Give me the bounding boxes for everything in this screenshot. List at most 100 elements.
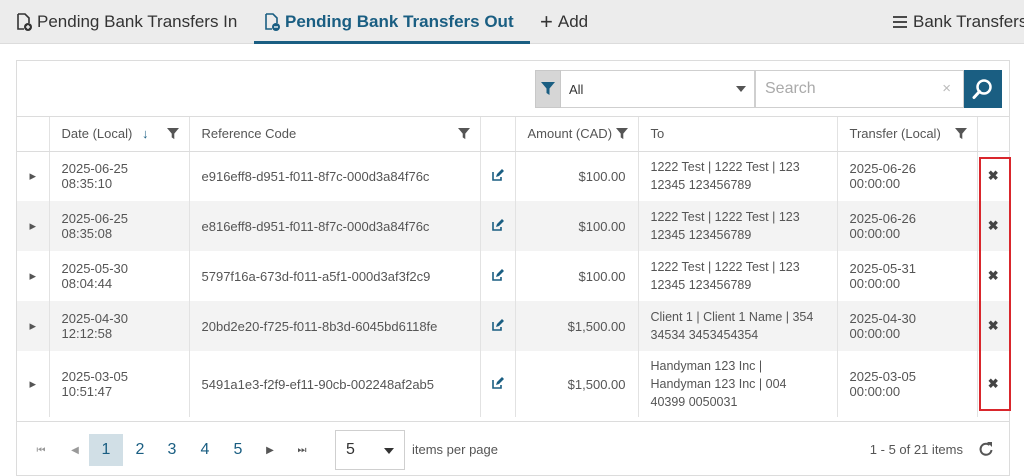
- pagination: ⏮ ◀ 1 2 3 4 5 ▶ ⏭ 5 items per page 1 - 5…: [17, 421, 1009, 475]
- document-remove-icon: [265, 13, 280, 31]
- next-page-button[interactable]: ▶: [260, 434, 280, 466]
- cell-to: Handyman 123 Inc | Handyman 123 Inc | 00…: [638, 351, 838, 417]
- plus-icon: +: [540, 9, 553, 34]
- search-placeholder: Search: [765, 80, 816, 97]
- cell-amount: $100.00: [515, 201, 639, 251]
- edit-icon[interactable]: [480, 301, 516, 351]
- expand-row-icon[interactable]: ▸: [17, 151, 50, 201]
- tab-bar: Pending Bank Transfers In Pending Bank T…: [0, 0, 1024, 44]
- tab-pending-in-label: Pending Bank Transfers In: [37, 12, 238, 31]
- transfers-table: Date (Local) ↓ Reference Code Amount (CA…: [17, 117, 1009, 417]
- cell-transfer: 2025-06-26 00:00:00: [837, 151, 978, 201]
- column-filter-icon[interactable]: [166, 128, 179, 140]
- column-header-reference[interactable]: Reference Code: [189, 117, 481, 152]
- column-filter-icon[interactable]: [457, 128, 470, 140]
- active-tab-indicator: [254, 41, 530, 44]
- edit-icon[interactable]: [480, 151, 516, 201]
- page-button-3[interactable]: 3: [157, 434, 187, 466]
- expand-column-header: [17, 117, 50, 152]
- chevron-down-icon: [384, 448, 394, 454]
- cell-to: Client 1 | Client 1 Name | 354 34534 345…: [638, 301, 838, 351]
- filter-button[interactable]: [535, 70, 561, 108]
- cell-to: 1222 Test | 1222 Test | 123 12345 123456…: [638, 151, 838, 201]
- search-button[interactable]: [964, 70, 1002, 108]
- page-size-dropdown[interactable]: 5: [335, 430, 405, 470]
- add-label: Add: [557, 12, 589, 31]
- clear-icon[interactable]: ×: [942, 80, 951, 97]
- add-button[interactable]: + Add: [540, 0, 588, 44]
- cell-date: 2025-04-30 12:12:58: [49, 301, 190, 351]
- column-label: Amount (CAD): [527, 126, 613, 142]
- filter-value: All: [569, 81, 584, 97]
- bank-transfers-menu[interactable]: Bank Transfers: [893, 0, 1024, 44]
- item-range-label: 1 - 5 of 21 items: [869, 442, 963, 457]
- refresh-icon[interactable]: [977, 440, 995, 458]
- search-input[interactable]: Search ×: [755, 70, 964, 108]
- table-row[interactable]: ▸ 2025-04-30 12:12:58 20bd2e20-f725-f011…: [17, 301, 1009, 351]
- filter-icon: [541, 82, 555, 95]
- grid-toolbar: All Search ×: [17, 61, 1009, 117]
- expand-row-icon[interactable]: ▸: [17, 351, 50, 417]
- cell-amount: $100.00: [515, 151, 639, 201]
- items-per-page-label: items per page: [412, 442, 498, 457]
- expand-row-icon[interactable]: ▸: [17, 251, 50, 301]
- page-button-2[interactable]: 2: [125, 434, 155, 466]
- tab-pending-out-label: Pending Bank Transfers Out: [285, 12, 514, 31]
- column-label: Date (Local): [61, 126, 133, 142]
- cell-transfer: 2025-06-26 00:00:00: [837, 201, 978, 251]
- first-page-button[interactable]: ⏮: [31, 434, 51, 466]
- hamburger-menu-icon: [893, 16, 907, 28]
- header-row: Date (Local) ↓ Reference Code Amount (CA…: [17, 117, 1009, 152]
- cell-reference: e816eff8-d951-f011-8f7c-000d3a84f76c: [189, 201, 481, 251]
- bank-transfers-label: Bank Transfers: [913, 12, 1024, 31]
- page-button-4[interactable]: 4: [190, 434, 220, 466]
- delete-column-header: [977, 117, 1009, 152]
- column-label: To: [650, 126, 665, 142]
- column-header-date[interactable]: Date (Local) ↓: [49, 117, 190, 152]
- last-page-button[interactable]: ⏭: [292, 434, 312, 466]
- column-filter-icon[interactable]: [615, 128, 628, 140]
- expand-row-icon[interactable]: ▸: [17, 301, 50, 351]
- delete-column-highlight: [979, 157, 1011, 411]
- cell-to: 1222 Test | 1222 Test | 123 12345 123456…: [638, 251, 838, 301]
- cell-reference: 5797f16a-673d-f011-a5f1-000d3af3f2c9: [189, 251, 481, 301]
- tab-pending-in[interactable]: Pending Bank Transfers In: [14, 0, 237, 44]
- filter-dropdown[interactable]: All: [561, 70, 755, 108]
- column-filter-icon[interactable]: [954, 128, 967, 140]
- column-label: Reference Code: [201, 126, 297, 142]
- column-label: Transfer (Local): [849, 126, 941, 142]
- chevron-down-icon: [736, 86, 746, 92]
- page-size-value: 5: [346, 441, 355, 458]
- cell-reference: 5491a1e3-f2f9-ef11-90cb-002248af2ab5: [189, 351, 481, 417]
- edit-icon[interactable]: [480, 251, 516, 301]
- transfers-grid: All Search × Date (Local) ↓ Reference Co…: [16, 60, 1011, 476]
- cell-transfer: 2025-04-30 00:00:00: [837, 301, 978, 351]
- edit-icon[interactable]: [480, 351, 516, 417]
- cell-reference: e916eff8-d951-f011-8f7c-000d3a84f76c: [189, 151, 481, 201]
- page-button-5[interactable]: 5: [223, 434, 253, 466]
- tab-pending-out[interactable]: Pending Bank Transfers Out: [254, 0, 530, 44]
- table-row[interactable]: ▸ 2025-03-05 10:51:47 5491a1e3-f2f9-ef11…: [17, 351, 1009, 417]
- column-header-to[interactable]: To: [638, 117, 838, 152]
- cell-date: 2025-06-25 08:35:10: [49, 151, 190, 201]
- edit-icon[interactable]: [480, 201, 516, 251]
- document-add-icon: [17, 13, 32, 31]
- table-row[interactable]: ▸ 2025-05-30 08:04:44 5797f16a-673d-f011…: [17, 251, 1009, 301]
- table-row[interactable]: ▸ 2025-06-25 08:35:08 e816eff8-d951-f011…: [17, 201, 1009, 251]
- cell-to: 1222 Test | 1222 Test | 123 12345 123456…: [638, 201, 838, 251]
- cell-date: 2025-03-05 10:51:47: [49, 351, 190, 417]
- table-row[interactable]: ▸ 2025-06-25 08:35:10 e916eff8-d951-f011…: [17, 151, 1009, 201]
- sort-descending-icon: ↓: [141, 126, 149, 142]
- column-header-transfer[interactable]: Transfer (Local): [837, 117, 978, 152]
- expand-row-icon[interactable]: ▸: [17, 201, 50, 251]
- cell-amount: $1,500.00: [515, 351, 639, 417]
- column-header-amount[interactable]: Amount (CAD): [515, 117, 639, 152]
- cell-transfer: 2025-05-31 00:00:00: [837, 251, 978, 301]
- cell-date: 2025-06-25 08:35:08: [49, 201, 190, 251]
- previous-page-button[interactable]: ◀: [65, 434, 85, 466]
- edit-column-header: [480, 117, 516, 152]
- cell-transfer: 2025-03-05 00:00:00: [837, 351, 978, 417]
- cell-amount: $100.00: [515, 251, 639, 301]
- cell-date: 2025-05-30 08:04:44: [49, 251, 190, 301]
- page-button-1[interactable]: 1: [89, 434, 123, 466]
